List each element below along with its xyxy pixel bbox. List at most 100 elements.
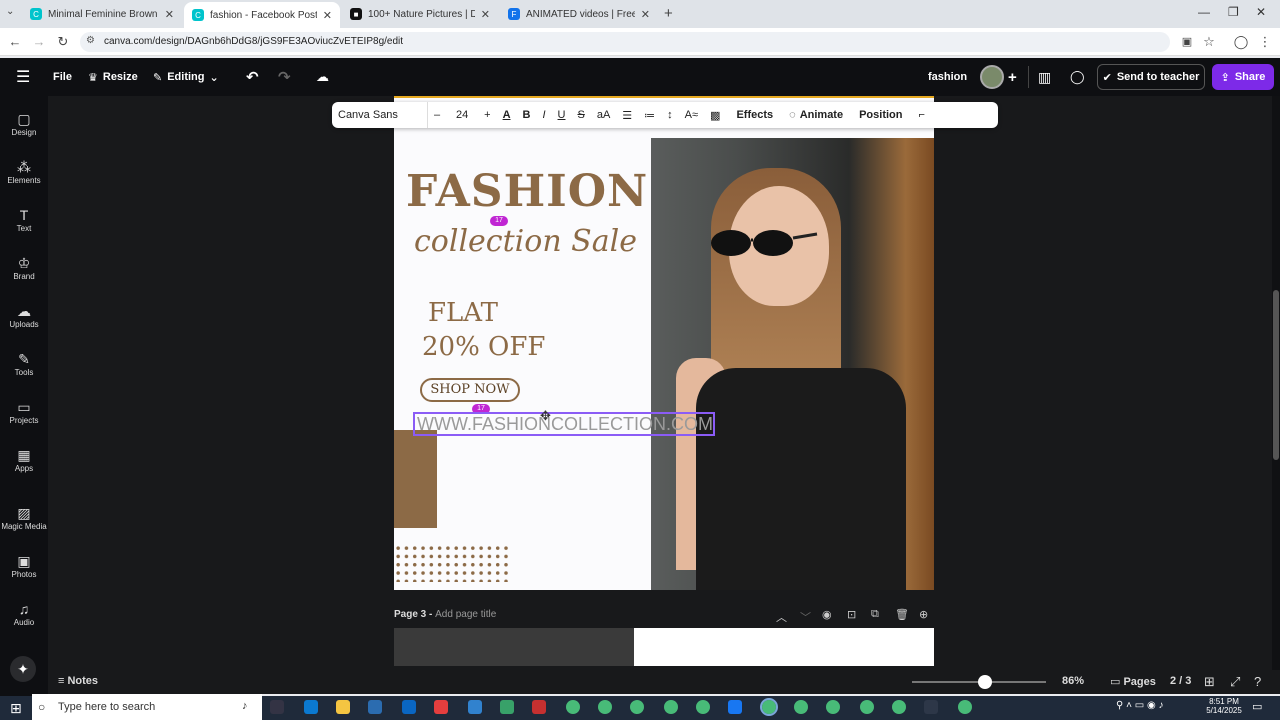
app-icon[interactable]: [500, 700, 514, 714]
notification-icon[interactable]: ▭: [1252, 700, 1262, 713]
system-tray-icons[interactable]: ⚲ ˄ ▭ ◉ ♪: [1116, 700, 1163, 711]
design-page[interactable]: FASHION collection Sale 17 FLAT 20% OFF …: [394, 98, 934, 590]
effects-button[interactable]: Effects: [726, 102, 783, 128]
headline-fashion[interactable]: FASHION: [406, 166, 648, 217]
windows-start-icon[interactable]: ⊞: [10, 700, 22, 717]
chrome-icon[interactable]: [664, 700, 678, 714]
sidebar-item-brand[interactable]: ♔ Brand: [0, 254, 48, 281]
align-center-icon[interactable]: ☰: [616, 102, 638, 128]
task-view-icon[interactable]: [270, 700, 284, 714]
strikethrough-button[interactable]: S: [571, 102, 590, 128]
sidebar-item-tools[interactable]: ✎ Tools: [0, 350, 48, 377]
document-name[interactable]: fashion: [928, 58, 967, 96]
close-window-icon[interactable]: ✕: [1256, 5, 1266, 19]
chrome-icon[interactable]: [794, 700, 808, 714]
bold-button[interactable]: B: [517, 102, 537, 128]
hide-page-icon[interactable]: ◉: [822, 608, 832, 621]
sidebar-item-apps[interactable]: ▦ Apps: [0, 446, 48, 473]
dot-pattern[interactable]: [394, 544, 512, 582]
send-to-teacher-button[interactable]: ✔ Send to teacher: [1097, 64, 1205, 90]
discount-text[interactable]: 20% OFF: [422, 332, 545, 362]
new-tab-icon[interactable]: +: [664, 5, 673, 22]
magic-sparkle-icon[interactable]: ✦: [10, 656, 36, 682]
text-color-icon[interactable]: A: [497, 102, 517, 128]
page-down-icon[interactable]: ﹀: [800, 609, 811, 625]
sidebar-item-elements[interactable]: ⁂ Elements: [0, 158, 48, 185]
delete-page-icon[interactable]: 🗑: [895, 608, 909, 621]
chrome-icon[interactable]: [696, 700, 710, 714]
add-page-icon[interactable]: ⊕: [919, 608, 928, 621]
insights-chart-icon[interactable]: ▥: [1038, 58, 1051, 96]
mail-icon[interactable]: [402, 700, 416, 714]
reload-icon[interactable]: ↻: [54, 33, 72, 51]
position-button[interactable]: Position: [849, 102, 912, 128]
profile-icon[interactable]: ◯: [1232, 33, 1250, 51]
undo-icon[interactable]: ↶: [246, 58, 259, 96]
chrome-icon[interactable]: [566, 700, 580, 714]
main-menu-icon[interactable]: ☰: [16, 58, 30, 96]
minimize-icon[interactable]: —: [1198, 5, 1210, 19]
install-app-icon[interactable]: ▣: [1178, 33, 1196, 51]
sidebar-item-projects[interactable]: ▭ Projects: [0, 398, 48, 425]
add-collaborator-icon[interactable]: +: [1008, 58, 1017, 96]
increase-font-size[interactable]: +: [478, 102, 496, 128]
browser-menu-icon[interactable]: ⋮: [1256, 33, 1274, 51]
chrome-icon[interactable]: [892, 700, 906, 714]
sidebar-item-magic-media[interactable]: ▨ Magic Media: [0, 504, 48, 531]
notes-button[interactable]: ≡ Notes: [58, 675, 98, 687]
taskbar-search[interactable]: Type here to search: [32, 694, 262, 720]
cloud-save-icon[interactable]: ☁: [316, 58, 329, 96]
browser-tab[interactable]: C Minimal Feminine Brown eCom ✕: [22, 2, 182, 26]
zoom-app-icon[interactable]: [924, 700, 938, 714]
microphone-icon[interactable]: ♪: [242, 700, 248, 712]
app-icon[interactable]: [468, 700, 482, 714]
comment-icon[interactable]: ◯: [1070, 58, 1085, 96]
italic-button[interactable]: I: [536, 102, 551, 128]
chrome-icon[interactable]: [630, 700, 644, 714]
editing-mode-button[interactable]: ✎ Editing ⌄: [153, 58, 219, 96]
underline-button[interactable]: U: [552, 102, 572, 128]
animate-button[interactable]: ◌ Animate: [783, 102, 849, 128]
website-text-selected[interactable]: WWW.FASHIONCOLLECTION.COM: [413, 412, 715, 436]
facebook-icon[interactable]: [728, 700, 742, 714]
page-up-icon[interactable]: ︿: [776, 609, 787, 625]
scrollbar-thumb[interactable]: [1273, 290, 1279, 460]
chrome-active-icon[interactable]: [760, 698, 778, 716]
help-icon[interactable]: ?: [1254, 674, 1261, 689]
model-photo[interactable]: [651, 138, 934, 590]
font-size-input[interactable]: 24: [446, 102, 478, 128]
zoom-level[interactable]: 86%: [1062, 675, 1084, 687]
close-tab-icon[interactable]: ✕: [641, 8, 650, 21]
site-info-icon[interactable]: ⚙: [86, 35, 95, 46]
restore-icon[interactable]: ❐: [1228, 5, 1239, 19]
font-family-select[interactable]: Canva Sans: [332, 102, 428, 128]
spacing-icon[interactable]: ↕: [661, 102, 679, 128]
resize-button[interactable]: ♛ Resize: [88, 58, 138, 96]
chrome-icon[interactable]: [598, 700, 612, 714]
page-3-preview[interactable]: [394, 628, 934, 666]
flat-text[interactable]: FLAT: [428, 298, 498, 328]
brown-accent-block[interactable]: [394, 430, 437, 528]
app-icon[interactable]: [532, 700, 546, 714]
grid-view-icon[interactable]: ⊞: [1204, 674, 1215, 690]
sidebar-item-audio[interactable]: ♫ Audio: [0, 600, 48, 627]
duplicate-page-icon[interactable]: ⧉: [871, 608, 879, 621]
browser-tab-active[interactable]: C fashion - Facebook Post - Canv ✕: [184, 2, 340, 28]
chrome-icon[interactable]: [958, 700, 972, 714]
edge-icon[interactable]: [304, 700, 318, 714]
close-tab-icon[interactable]: ✕: [481, 8, 490, 21]
letter-case-button[interactable]: aA: [591, 102, 616, 128]
avatar[interactable]: [980, 65, 1004, 89]
shop-now-badge[interactable]: SHOP NOW: [420, 378, 520, 402]
redo-icon[interactable]: ↷: [278, 58, 291, 96]
lock-icon[interactable]: ⊡: [847, 608, 856, 621]
transparency-icon[interactable]: ▩: [704, 102, 726, 128]
url-field[interactable]: canva.com/design/DAGnb6hDdG8/jGS9FE3AOvi…: [80, 32, 1170, 52]
copy-style-icon[interactable]: ⌐: [912, 102, 930, 128]
share-button[interactable]: ⇪ Share: [1212, 64, 1274, 90]
fullscreen-icon[interactable]: ⤢: [1230, 674, 1240, 690]
tab-search-icon[interactable]: ⌄: [6, 6, 14, 17]
browser-tab[interactable]: ■ 100+ Nature Pictures | Downlo ✕: [342, 2, 498, 26]
subtitle-collection-sale[interactable]: collection Sale: [414, 224, 637, 259]
chrome-icon[interactable]: [860, 700, 874, 714]
